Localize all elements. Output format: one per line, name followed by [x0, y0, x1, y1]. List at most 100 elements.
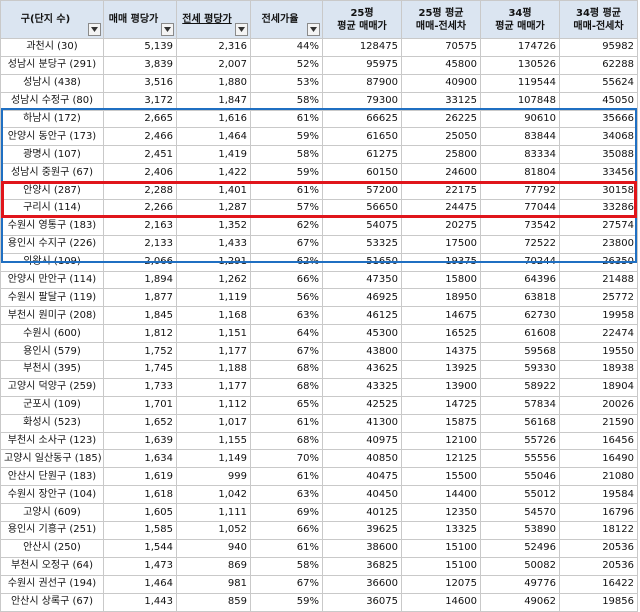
value-cell[interactable]: 56% [250, 288, 323, 308]
value-cell[interactable]: 72522 [480, 234, 560, 254]
value-cell[interactable]: 859 [176, 592, 251, 612]
value-cell[interactable]: 50082 [480, 556, 560, 576]
value-cell[interactable]: 1,443 [103, 592, 177, 612]
value-cell[interactable]: 24600 [401, 163, 481, 183]
region-cell[interactable]: 부천시 오정구 (64) [0, 556, 104, 576]
value-cell[interactable]: 21590 [559, 413, 638, 433]
value-cell[interactable]: 57200 [322, 181, 402, 201]
value-cell[interactable]: 2,066 [103, 252, 177, 272]
value-cell[interactable]: 45800 [401, 55, 481, 75]
value-cell[interactable]: 83334 [480, 145, 560, 165]
value-cell[interactable]: 3,172 [103, 91, 177, 111]
value-cell[interactable]: 33286 [559, 199, 638, 218]
filter-dropdown-icon[interactable] [307, 22, 320, 36]
value-cell[interactable]: 61% [250, 181, 323, 201]
value-cell[interactable]: 58% [250, 556, 323, 576]
col-header-gu[interactable]: 구(단지 수) [0, 0, 104, 39]
value-cell[interactable]: 1,880 [176, 73, 251, 93]
value-cell[interactable]: 1,812 [103, 324, 177, 344]
value-cell[interactable]: 1,419 [176, 145, 251, 165]
value-cell[interactable]: 130526 [480, 55, 560, 75]
value-cell[interactable]: 1,585 [103, 521, 177, 540]
value-cell[interactable]: 59% [250, 592, 323, 612]
value-cell[interactable]: 1,877 [103, 288, 177, 308]
value-cell[interactable]: 128475 [322, 38, 402, 57]
value-cell[interactable]: 61% [250, 467, 323, 487]
value-cell[interactable]: 2,133 [103, 234, 177, 254]
value-cell[interactable]: 19375 [401, 252, 481, 272]
value-cell[interactable]: 15800 [401, 270, 481, 290]
region-cell[interactable]: 광명시 (107) [0, 145, 104, 165]
value-cell[interactable]: 46125 [322, 306, 402, 326]
value-cell[interactable]: 68% [250, 431, 323, 451]
value-cell[interactable]: 17500 [401, 234, 481, 254]
value-cell[interactable]: 49062 [480, 592, 560, 612]
value-cell[interactable]: 43800 [322, 342, 402, 362]
value-cell[interactable]: 1,422 [176, 163, 251, 183]
value-cell[interactable]: 40975 [322, 431, 402, 451]
value-cell[interactable]: 66% [250, 270, 323, 290]
value-cell[interactable]: 3,516 [103, 73, 177, 93]
value-cell[interactable]: 1,177 [176, 342, 251, 362]
region-cell[interactable]: 하남시 (172) [0, 109, 104, 129]
value-cell[interactable]: 64396 [480, 270, 560, 290]
value-cell[interactable]: 22474 [559, 324, 638, 344]
value-cell[interactable]: 55046 [480, 467, 560, 487]
region-cell[interactable]: 용인시 수지구 (226) [0, 234, 104, 254]
value-cell[interactable]: 1,845 [103, 306, 177, 326]
value-cell[interactable]: 30158 [559, 181, 638, 201]
value-cell[interactable]: 1,894 [103, 270, 177, 290]
region-cell[interactable]: 용인시 (579) [0, 342, 104, 362]
value-cell[interactable]: 14600 [401, 592, 481, 612]
region-cell[interactable]: 성남시 분당구 (291) [0, 55, 104, 75]
value-cell[interactable]: 1,177 [176, 377, 251, 397]
value-cell[interactable]: 1,111 [176, 503, 251, 523]
value-cell[interactable]: 55556 [480, 449, 560, 469]
value-cell[interactable]: 869 [176, 556, 251, 576]
value-cell[interactable]: 1,017 [176, 413, 251, 433]
value-cell[interactable]: 14400 [401, 485, 481, 505]
value-cell[interactable]: 18122 [559, 521, 638, 540]
value-cell[interactable]: 1,119 [176, 288, 251, 308]
value-cell[interactable]: 1,652 [103, 413, 177, 433]
region-cell[interactable]: 고양시 일산동구 (185) [0, 449, 104, 469]
value-cell[interactable]: 20275 [401, 216, 481, 236]
region-cell[interactable]: 성남시 수정구 (80) [0, 91, 104, 111]
value-cell[interactable]: 1,639 [103, 431, 177, 451]
value-cell[interactable]: 67% [250, 342, 323, 362]
value-cell[interactable]: 59330 [480, 360, 560, 379]
value-cell[interactable]: 53325 [322, 234, 402, 254]
col-header-jeonse[interactable]: 전세 평당가 [176, 0, 251, 39]
col-header-p34-sale[interactable]: 34평 평균 매매가 [480, 0, 560, 39]
value-cell[interactable]: 90610 [480, 109, 560, 129]
value-cell[interactable]: 59% [250, 127, 323, 147]
value-cell[interactable]: 1,464 [176, 127, 251, 147]
value-cell[interactable]: 67% [250, 234, 323, 254]
region-cell[interactable]: 부천시 원미구 (208) [0, 306, 104, 326]
filter-dropdown-icon[interactable] [235, 22, 248, 36]
value-cell[interactable]: 87900 [322, 73, 402, 93]
value-cell[interactable]: 14375 [401, 342, 481, 362]
value-cell[interactable]: 1,262 [176, 270, 251, 290]
value-cell[interactable]: 24475 [401, 199, 481, 218]
value-cell[interactable]: 26225 [401, 109, 481, 129]
value-cell[interactable]: 41300 [322, 413, 402, 433]
value-cell[interactable]: 13325 [401, 521, 481, 540]
value-cell[interactable]: 14725 [401, 395, 481, 415]
region-cell[interactable]: 의왕시 (109) [0, 252, 104, 272]
value-cell[interactable]: 33456 [559, 163, 638, 183]
value-cell[interactable]: 70575 [401, 38, 481, 57]
region-cell[interactable]: 안양시 동안구 (173) [0, 127, 104, 147]
value-cell[interactable]: 60150 [322, 163, 402, 183]
value-cell[interactable]: 1,847 [176, 91, 251, 111]
value-cell[interactable]: 38600 [322, 538, 402, 558]
filter-dropdown-icon[interactable] [88, 22, 101, 36]
value-cell[interactable]: 34068 [559, 127, 638, 147]
value-cell[interactable]: 1,052 [176, 521, 251, 540]
value-cell[interactable]: 16796 [559, 503, 638, 523]
value-cell[interactable]: 62% [250, 252, 323, 272]
value-cell[interactable]: 2,007 [176, 55, 251, 75]
value-cell[interactable]: 55726 [480, 431, 560, 451]
value-cell[interactable]: 2,266 [103, 199, 177, 218]
region-cell[interactable]: 구리시 (114) [0, 199, 104, 218]
